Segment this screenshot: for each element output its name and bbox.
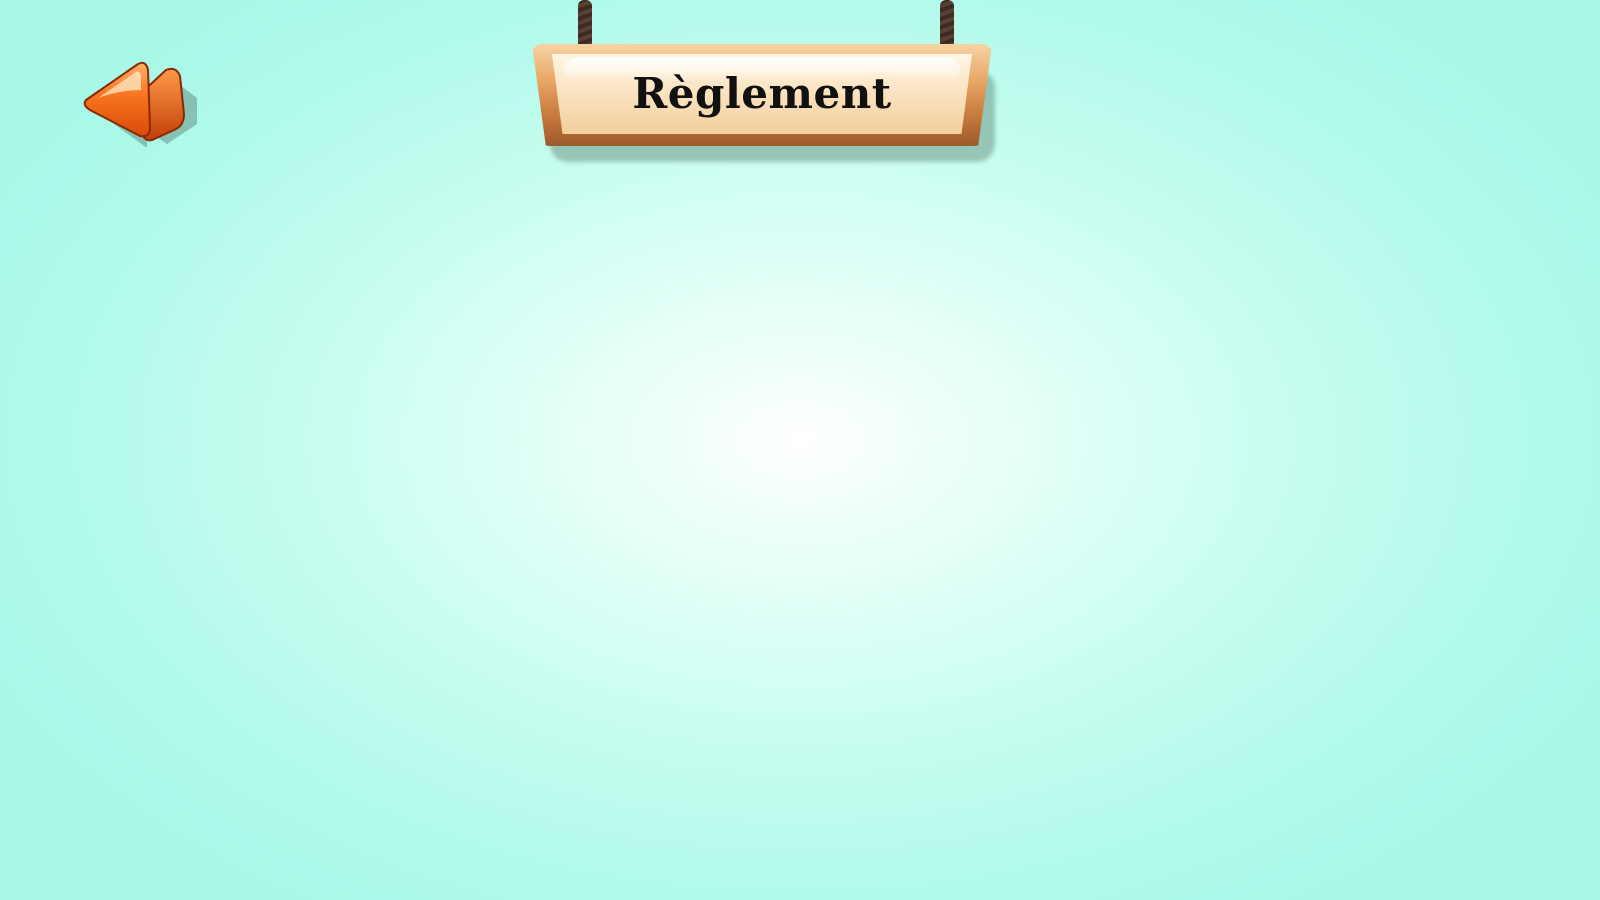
title-sign: Règlement — [530, 0, 1010, 170]
game-screen: Règlement — [0, 0, 1600, 900]
sign-rope-left — [578, 0, 592, 50]
back-button[interactable] — [80, 52, 200, 147]
back-arrow-icon — [83, 61, 197, 147]
page-title: Règlement — [632, 69, 892, 118]
sign-rope-right — [940, 0, 954, 50]
